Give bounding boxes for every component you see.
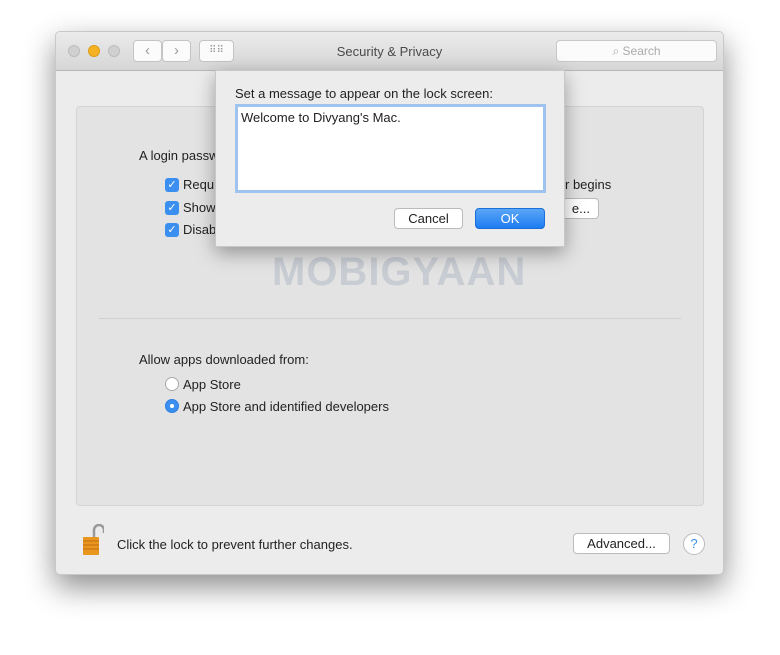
search-placeholder: Search bbox=[622, 44, 661, 58]
show-message-label: Show bbox=[183, 200, 216, 215]
login-password-label: A login passw bbox=[139, 148, 219, 163]
show-message-checkbox[interactable]: ✓ bbox=[165, 201, 179, 215]
lock-icon[interactable] bbox=[82, 523, 106, 556]
cancel-button[interactable]: Cancel bbox=[394, 208, 463, 229]
identified-developers-radio[interactable] bbox=[165, 399, 179, 413]
app-store-label: App Store bbox=[183, 377, 241, 392]
advanced-button[interactable]: Advanced... bbox=[573, 533, 670, 554]
watermark-logo: MOBIGYAAN bbox=[272, 250, 527, 294]
lock-status-text: Click the lock to prevent further change… bbox=[117, 537, 353, 552]
app-store-radio[interactable] bbox=[165, 377, 179, 391]
lock-message-dialog: Set a message to appear on the lock scre… bbox=[215, 70, 565, 247]
identified-developers-label: App Store and identified developers bbox=[183, 399, 389, 414]
disable-login-checkbox[interactable]: ✓ bbox=[165, 223, 179, 237]
divider bbox=[99, 318, 681, 319]
search-input[interactable]: ⌕ Search bbox=[556, 40, 717, 62]
ok-button[interactable]: OK bbox=[475, 208, 545, 229]
require-password-label: Requi bbox=[183, 177, 217, 192]
screensaver-begins-text: r begins bbox=[565, 177, 612, 192]
require-password-checkbox[interactable]: ✓ bbox=[165, 178, 179, 192]
dialog-prompt: Set a message to appear on the lock scre… bbox=[235, 86, 493, 101]
disable-login-label: Disab bbox=[183, 222, 217, 237]
search-icon: ⌕ bbox=[612, 44, 623, 58]
title-bar: ‹ › ⠿⠿ Security & Privacy ⌕ Search bbox=[56, 32, 723, 71]
help-button[interactable]: ? bbox=[683, 533, 705, 555]
lock-message-textarea[interactable]: Welcome to Divyang's Mac. bbox=[235, 104, 546, 193]
allow-apps-label: Allow apps downloaded from: bbox=[139, 352, 309, 367]
